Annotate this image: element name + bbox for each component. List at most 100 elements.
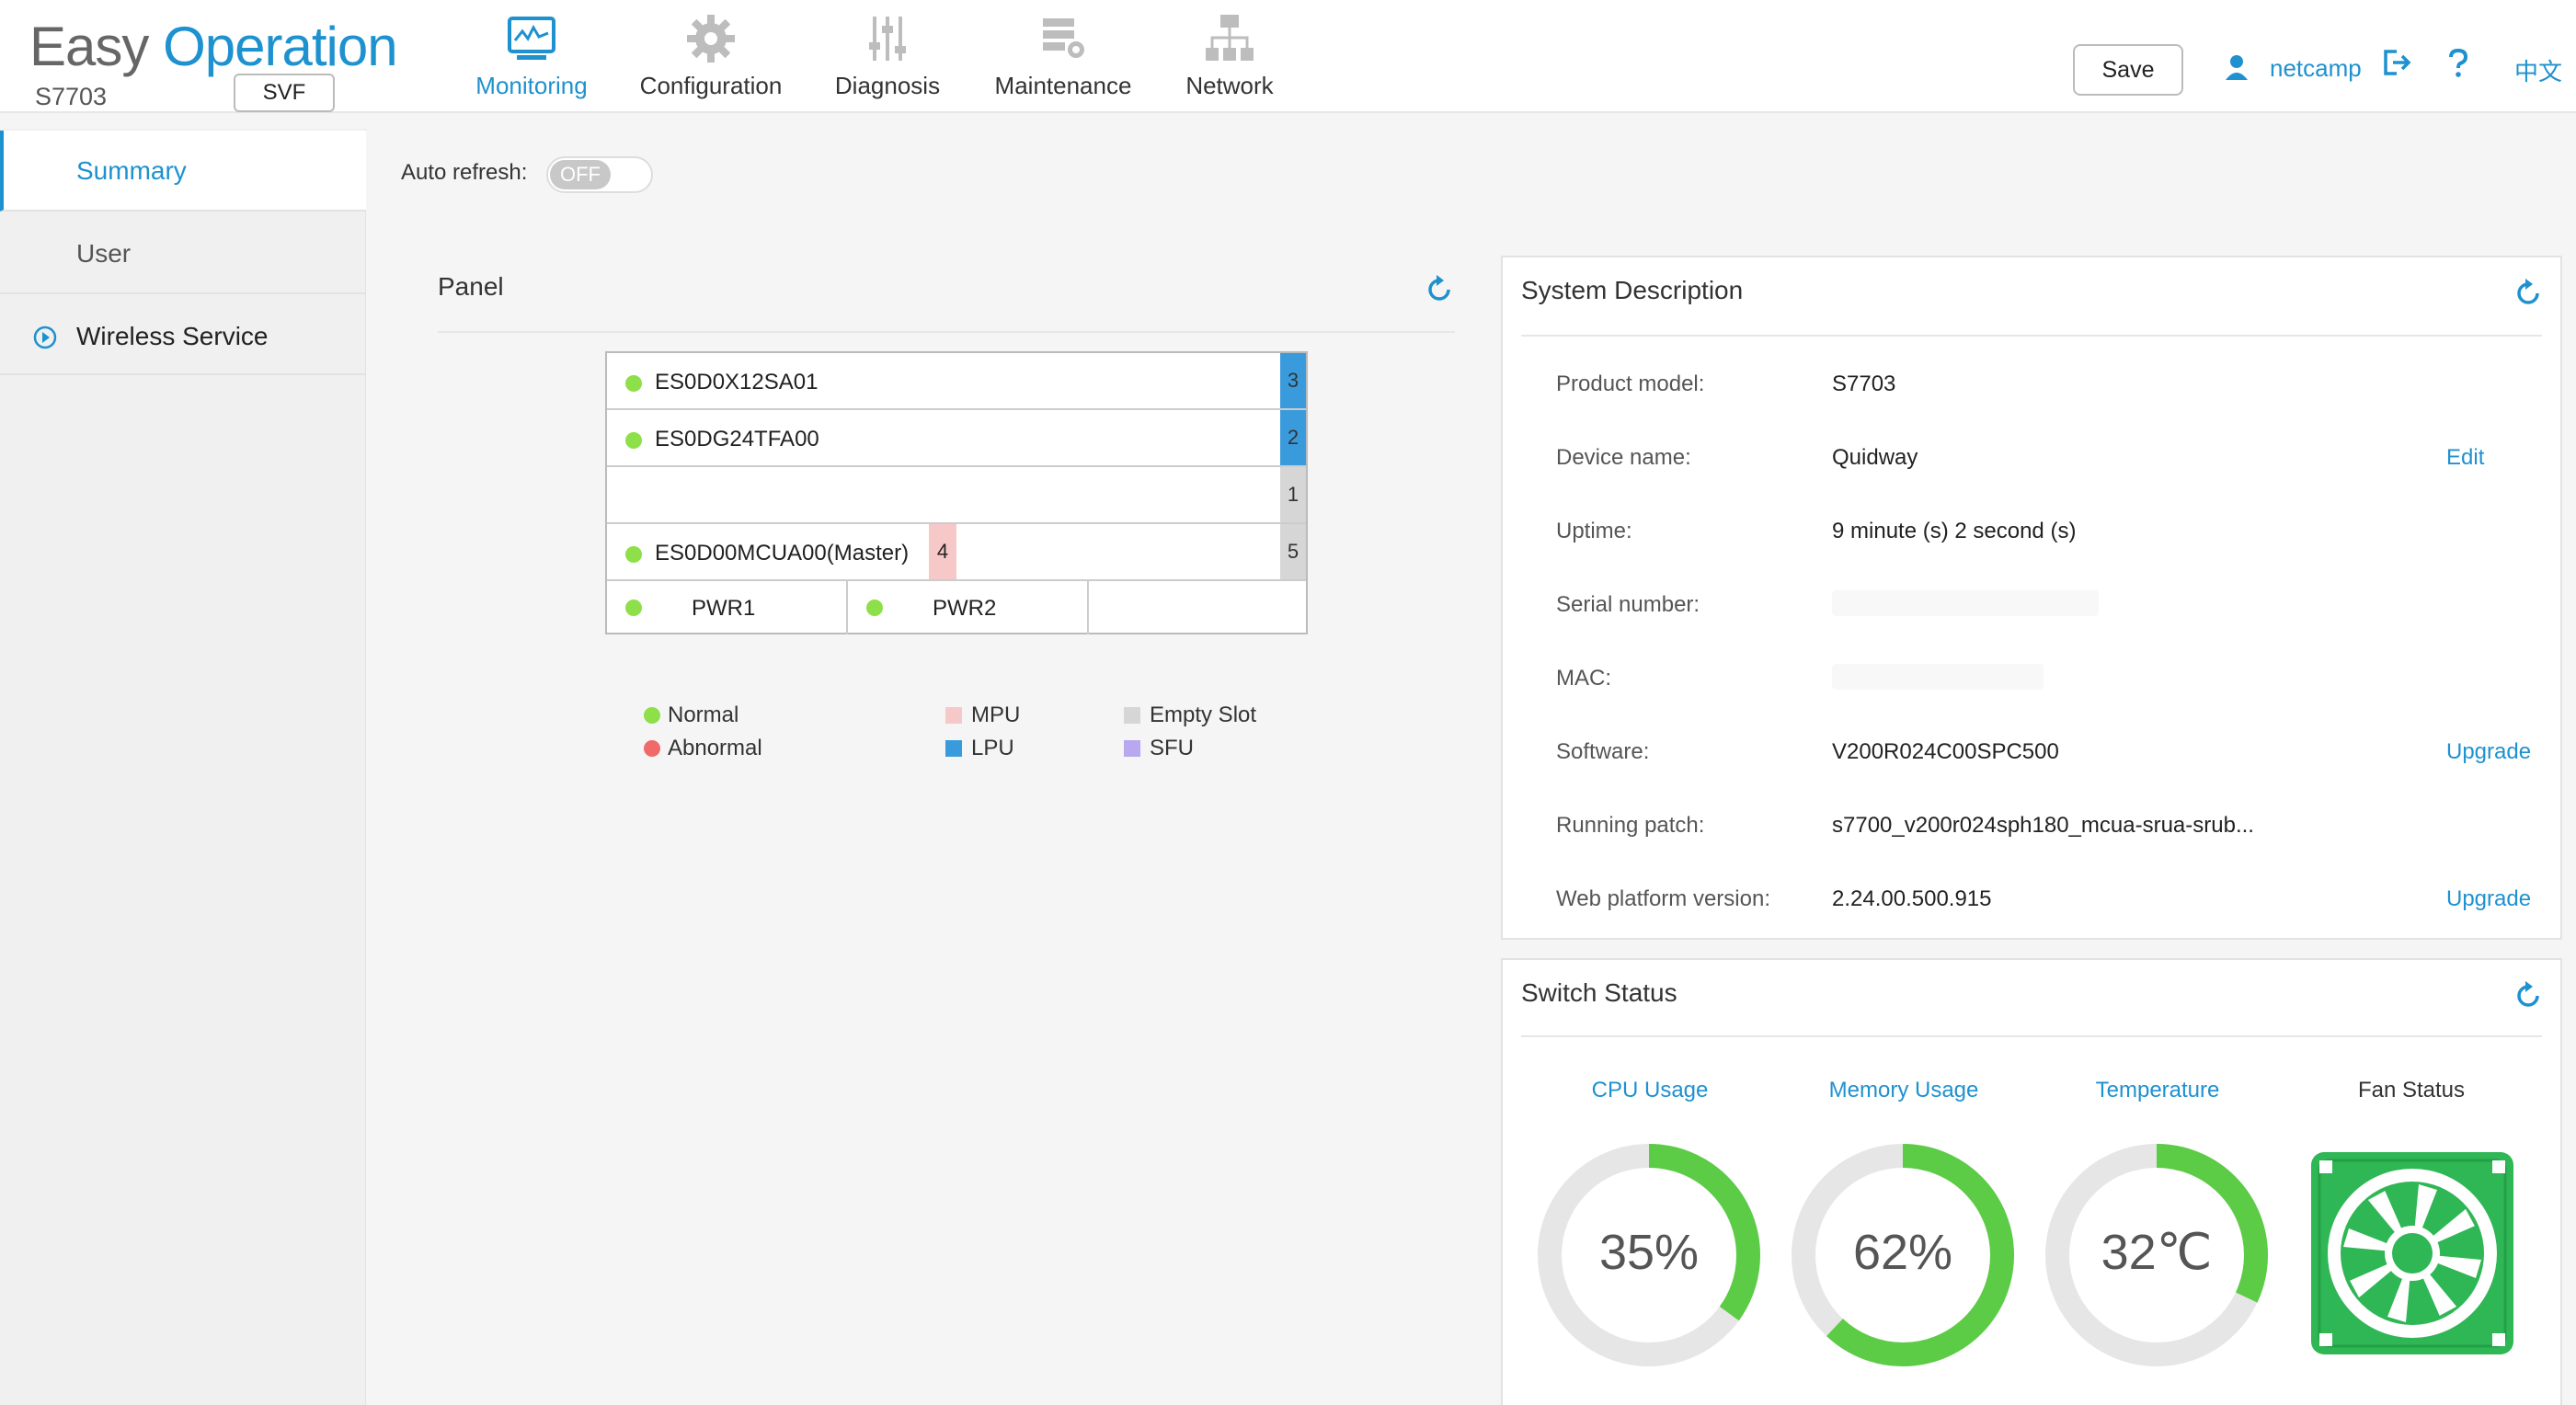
auto-refresh-toggle[interactable]: OFF [546,156,653,193]
save-button[interactable]: Save [2073,44,2183,96]
network-topology-icon [1206,15,1254,61]
nav-monitoring-label: Monitoring [475,72,588,99]
legend-lpu: LPU [945,736,1014,761]
fan-icon [2311,1152,2513,1354]
device-chassis: ES0D0X12SA01 3 ES0DG24TFA00 2 1 ES0D00MC… [605,351,1308,634]
memory-usage-link[interactable]: Memory Usage [1784,1078,2023,1103]
legend-label: SFU [1150,736,1194,760]
temperature-link[interactable]: Temperature [2038,1078,2277,1103]
legend-swatch [945,740,962,757]
legend-label: Normal [668,702,739,727]
power-name: PWR2 [933,596,997,621]
gauge-value: 62% [1853,1225,1952,1280]
gauge-value: 32℃ [2101,1225,2213,1280]
logo-word-operation: Operation [163,16,397,77]
status-dot-normal [625,375,642,392]
web-platform-version-value: 2.24.00.500.915 [1832,886,1992,911]
nav-network-label: Network [1185,72,1274,99]
user-icon [2226,55,2248,80]
panel-title: Panel [438,272,504,301]
edit-device-name-link[interactable]: Edit [2446,445,2484,471]
status-dot-normal [625,546,642,563]
slot-number: 2 [1280,410,1306,465]
power-row: PWR1 PWR2 [607,581,1306,634]
card-divider [1521,1035,2542,1037]
sidebar: Summary User Wireless Service [0,129,366,1405]
sidebar-item-wireless-service[interactable]: Wireless Service [0,296,366,375]
product-model-value: S7703 [1832,371,1896,396]
power-supply-2[interactable]: PWR2 [848,581,1089,634]
slot-1[interactable]: 1 [607,467,1306,524]
slot-number: 1 [1280,467,1306,522]
legend-normal: Normal [644,702,738,728]
panel-divider [438,331,1455,333]
logout-icon[interactable] [2382,48,2411,77]
legend-swatch [1124,740,1140,757]
svf-mode-button[interactable]: SVF [234,74,335,112]
temperature-gauge: 32℃ [2045,1144,2268,1366]
status-dot-normal [866,600,883,616]
user-menu[interactable]: netcamp [2224,51,2362,85]
board-name: ES0D0X12SA01 [655,370,819,394]
legend-label: Empty Slot [1150,702,1257,727]
expand-circle-icon [33,326,57,349]
card-title: System Description [1521,276,1744,304]
board-name: ES0DG24TFA00 [655,427,819,451]
board-name: ES0D00MCUA00(Master) [655,541,910,565]
refresh-icon[interactable] [2513,278,2544,309]
cpu-usage-gauge: 35% [1538,1144,1760,1366]
app-logo: Easy Operation [29,15,398,78]
sidebar-item-summary[interactable]: Summary [0,131,366,211]
nav-configuration-label: Configuration [639,72,783,99]
cpu-usage-link[interactable]: CPU Usage [1530,1078,1769,1103]
web-platform-version-label: Web platform version: [1556,886,1770,911]
help-icon[interactable] [2446,48,2470,79]
mpu-slot-number: 4 [929,524,956,579]
legend-dot [644,707,660,724]
nav-diagnosis-label: Diagnosis [834,72,941,99]
nav-diagnosis[interactable]: Diagnosis [828,13,947,112]
nav-configuration[interactable]: Configuration [635,13,787,112]
sidebar-item-user[interactable]: User [0,213,366,294]
legend-mpu: MPU [945,702,1020,728]
logo-word-easy: Easy [29,16,149,77]
auto-refresh-label: Auto refresh: [401,160,528,185]
serial-number-label: Serial number: [1556,592,1700,617]
refresh-icon[interactable] [1424,274,1455,305]
nav-maintenance-label: Maintenance [994,72,1132,99]
slot-5[interactable]: ES0D00MCUA00(Master) 4 5 [607,524,1306,581]
power-supply-1[interactable]: PWR1 [607,581,848,634]
mac-redacted [1832,664,2044,690]
nav-network[interactable]: Network [1179,13,1280,112]
language-switch[interactable]: 中文 [2514,53,2562,87]
uptime-label: Uptime: [1556,519,1632,543]
top-header: Easy Operation S7703 SVF Monitoring Conf… [0,0,2576,113]
status-dot-normal [625,600,642,616]
slot-3[interactable]: ES0D0X12SA01 3 [607,353,1306,410]
software-label: Software: [1556,739,1650,764]
gauge-value: 35% [1599,1225,1699,1280]
toggle-state: OFF [550,160,611,189]
slot-2[interactable]: ES0DG24TFA00 2 [607,410,1306,467]
software-value: V200R024C00SPC500 [1832,739,2059,764]
slot-number: 3 [1280,353,1306,408]
running-patch-value: s7700_v200r024sph180_mcua-srua-srub... [1832,813,2254,838]
card-title: Switch Status [1521,978,1677,1007]
legend-swatch [945,707,962,724]
legend-sfu: SFU [1124,736,1194,761]
legend-dot [644,740,660,757]
sidebar-item-label: Wireless Service [76,322,269,350]
serial-number-redacted [1832,590,2099,616]
upgrade-web-platform-link[interactable]: Upgrade [2446,886,2531,912]
sliders-icon [869,17,906,61]
gear-icon [687,15,735,63]
running-patch-label: Running patch: [1556,813,1705,838]
upgrade-software-link[interactable]: Upgrade [2446,739,2531,765]
slot-number: 5 [1280,524,1306,579]
nav-maintenance[interactable]: Maintenance [986,13,1140,112]
nav-monitoring[interactable]: Monitoring [469,13,594,112]
refresh-icon[interactable] [2513,980,2544,1011]
memory-usage-gauge: 62% [1792,1144,2014,1366]
legend-empty-slot: Empty Slot [1124,702,1256,728]
username: netcamp [2270,53,2362,82]
